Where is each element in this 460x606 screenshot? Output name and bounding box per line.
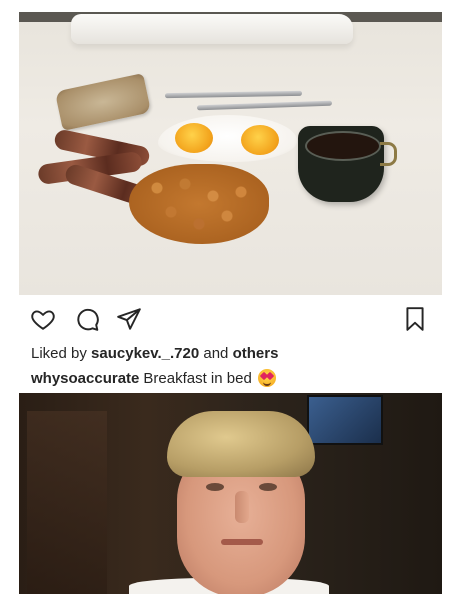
left-eye bbox=[206, 483, 224, 491]
knife bbox=[164, 90, 303, 99]
likes-joiner: and bbox=[203, 345, 229, 362]
caption-username[interactable]: whysoaccurate bbox=[31, 370, 139, 387]
toast bbox=[54, 73, 152, 131]
mouth bbox=[221, 539, 263, 545]
egg-yolk bbox=[241, 125, 279, 155]
egg-yolk bbox=[175, 123, 213, 153]
coffee bbox=[305, 131, 381, 161]
post-action-bar bbox=[19, 299, 442, 339]
comment-icon bbox=[77, 308, 99, 331]
reaction-face bbox=[159, 411, 319, 594]
hair bbox=[167, 411, 315, 477]
baked-beans bbox=[129, 164, 269, 244]
reaction-photo bbox=[19, 393, 442, 594]
fork bbox=[196, 100, 333, 111]
heart-icon bbox=[31, 310, 55, 330]
heart-eyes-emoji-icon bbox=[257, 369, 276, 387]
meme-frame: Liked by saucykev._.720 and others whyso… bbox=[19, 12, 442, 594]
likes-prefix: Liked by bbox=[31, 345, 87, 362]
cup-handle bbox=[380, 142, 397, 166]
likes-others-link[interactable]: others bbox=[233, 345, 279, 362]
comment-button[interactable] bbox=[73, 305, 101, 333]
pillow bbox=[71, 14, 353, 44]
post-photo[interactable] bbox=[19, 12, 442, 295]
share-button[interactable] bbox=[115, 305, 143, 333]
nose bbox=[235, 491, 249, 523]
likes-summary: Liked by saucykev._.720 and others bbox=[31, 345, 278, 362]
bookmark-icon bbox=[406, 307, 424, 331]
coffee-cup bbox=[298, 126, 397, 202]
liker-username[interactable]: saucykev._.720 bbox=[91, 345, 199, 362]
post-caption: whysoaccurate Breakfast in bed bbox=[31, 369, 276, 387]
send-icon bbox=[117, 308, 141, 330]
save-button[interactable] bbox=[401, 305, 429, 333]
background-panel bbox=[27, 411, 107, 594]
like-button[interactable] bbox=[29, 305, 57, 333]
caption-text: Breakfast in bed bbox=[143, 369, 252, 387]
right-eye bbox=[259, 483, 277, 491]
